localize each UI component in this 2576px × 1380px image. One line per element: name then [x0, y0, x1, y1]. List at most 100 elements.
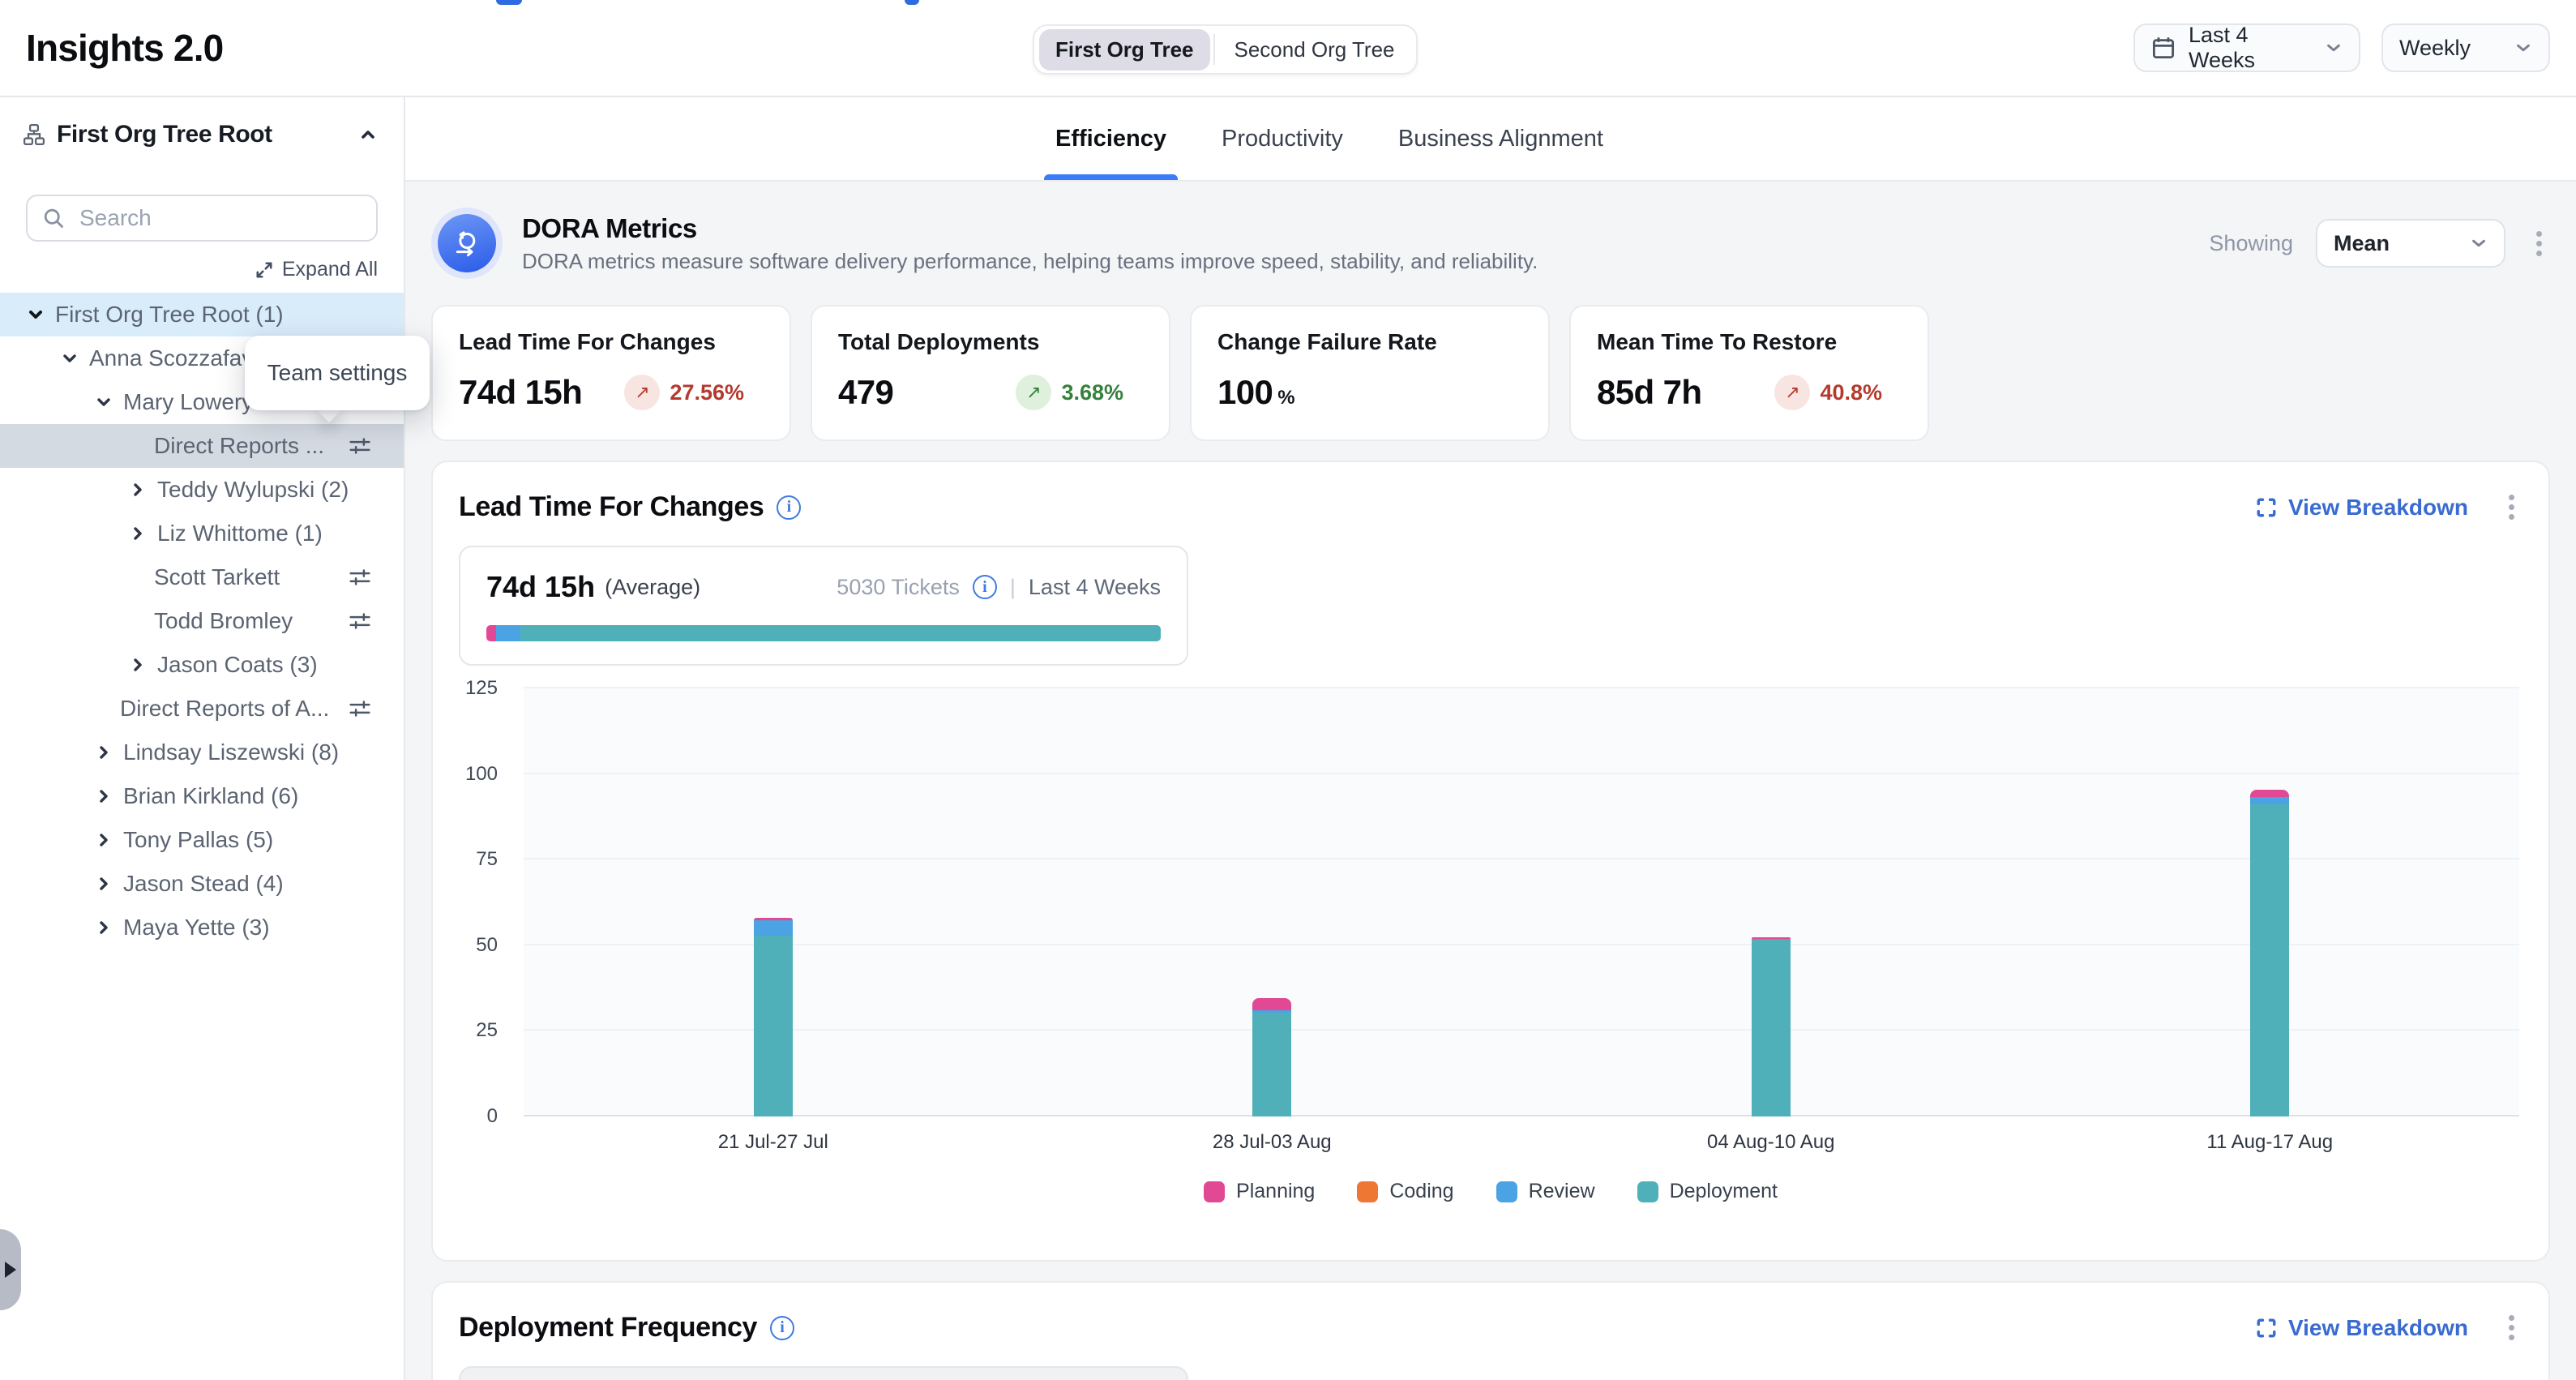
info-icon[interactable]: i: [973, 575, 997, 599]
card-value: 100: [1217, 373, 1273, 412]
expand-all-label: Expand All: [282, 258, 378, 281]
distribution-segment-planning: [486, 625, 496, 641]
tab-business-alignment[interactable]: Business Alignment: [1398, 97, 1603, 180]
delta-value: 40.8%: [1820, 380, 1882, 405]
view-breakdown-button[interactable]: View Breakdown: [2256, 495, 2468, 521]
screen-edge-artifact: [496, 0, 522, 5]
chevron-right-icon[interactable]: [94, 918, 113, 937]
chevron-right-icon[interactable]: [128, 655, 148, 675]
gridline: [524, 858, 2519, 859]
info-icon[interactable]: i: [770, 1316, 794, 1340]
legend-swatch: [1637, 1181, 1658, 1202]
trend-badge: ↗ 27.56%: [624, 375, 744, 410]
sidebar-expand-handle[interactable]: [0, 1229, 21, 1310]
dora-kebab-menu[interactable]: [2528, 225, 2550, 263]
tree-item-label: Maya Yette (3): [123, 915, 270, 941]
date-range-select[interactable]: Last 4 Weeks: [2133, 24, 2360, 72]
y-axis-tick-label: 125: [465, 677, 498, 700]
team-settings-icon[interactable]: [349, 435, 371, 457]
y-axis-tick-label: 75: [476, 848, 498, 871]
legend-item-coding[interactable]: Coding: [1357, 1180, 1453, 1203]
chevron-down-icon[interactable]: [26, 305, 45, 324]
dora-title: DORA Metrics: [522, 213, 1538, 244]
aggregation-select[interactable]: Mean: [2316, 219, 2505, 268]
granularity-value: Weekly: [2399, 36, 2471, 61]
search-input[interactable]: [76, 204, 362, 233]
expand-all-button[interactable]: Expand All: [255, 258, 378, 281]
tree-item-label: Jason Coats (3): [157, 652, 318, 678]
chart-bar-column[interactable]: [2250, 688, 2289, 1116]
tree-item-tony-pallas[interactable]: Tony Pallas (5): [0, 818, 404, 862]
tree-item-jason-stead[interactable]: Jason Stead (4): [0, 862, 404, 906]
sidebar-search[interactable]: [26, 195, 378, 242]
chevron-right-icon[interactable]: [128, 480, 148, 499]
chevron-down-icon: [2470, 234, 2488, 252]
org-tab-first[interactable]: First Org Tree: [1039, 29, 1210, 71]
chart-bar-column[interactable]: [1752, 688, 1791, 1116]
tree-item-todd-bromley[interactable]: Todd Bromley: [0, 599, 404, 643]
tab-efficiency[interactable]: Efficiency: [1055, 97, 1166, 180]
average-value: 74d 15h: [486, 570, 595, 604]
team-settings-icon[interactable]: [349, 566, 371, 589]
org-tab-second[interactable]: Second Org Tree: [1218, 29, 1411, 71]
granularity-select[interactable]: Weekly: [2381, 24, 2550, 72]
info-icon[interactable]: i: [777, 495, 801, 520]
average-summary-box: 74d 15h (Average) 5030 Tickets i | Last …: [459, 546, 1188, 666]
tree-item-label: Brian Kirkland (6): [123, 783, 298, 809]
calendar-icon: [2151, 36, 2176, 60]
tree-item-jason-coats[interactable]: Jason Coats (3): [0, 643, 404, 687]
chevron-right-icon[interactable]: [94, 830, 113, 850]
bar-segment-deployment: [2250, 804, 2289, 1116]
y-axis-tick-label: 0: [487, 1105, 498, 1128]
legend-item-planning[interactable]: Planning: [1204, 1180, 1315, 1203]
chevron-down-icon: [2514, 39, 2532, 57]
tree-item-liz-whittome[interactable]: Liz Whittome (1): [0, 512, 404, 555]
arrow-up-right-icon: ↗: [1774, 375, 1810, 410]
chevron-right-icon[interactable]: [94, 786, 113, 806]
dora-description: DORA metrics measure software delivery p…: [522, 249, 1538, 274]
chart-bar-column[interactable]: [1252, 688, 1291, 1116]
chart-bar-column[interactable]: [754, 688, 793, 1116]
tree-item-first-org-tree-root[interactable]: First Org Tree Root (1): [0, 293, 404, 336]
screen-edge-artifact: [905, 0, 919, 5]
delta-value: 3.68%: [1061, 380, 1123, 405]
tab-productivity[interactable]: Productivity: [1222, 97, 1343, 180]
tree-item-direct-reports-of-a[interactable]: Direct Reports of A...: [0, 687, 404, 731]
triangle-right-icon: [5, 1262, 16, 1278]
distribution-segment-review: [496, 625, 520, 641]
x-axis-tick-label: 28 Jul-03 Aug: [1213, 1131, 1332, 1154]
tree-item-brian-kirkland[interactable]: Brian Kirkland (6): [0, 774, 404, 818]
tree-item-maya-yette[interactable]: Maya Yette (3): [0, 906, 404, 949]
sidebar-collapse-chevron[interactable]: [358, 125, 378, 144]
legend-item-review[interactable]: Review: [1496, 1180, 1595, 1203]
legend-item-deployment[interactable]: Deployment: [1637, 1180, 1778, 1203]
metric-card-lead-time: Lead Time For Changes 74d 15h ↗ 27.56%: [431, 305, 791, 441]
chevron-down-icon[interactable]: [60, 349, 79, 368]
top-bar-controls: Last 4 Weeks Weekly: [2133, 24, 2550, 72]
x-axis-tick-label: 11 Aug-17 Aug: [2206, 1131, 2333, 1154]
sidebar-header: First Org Tree Root: [0, 97, 404, 172]
team-settings-icon[interactable]: [349, 697, 371, 720]
y-axis-tick-label: 25: [476, 1019, 498, 1042]
gridline: [524, 1029, 2519, 1031]
chevron-right-icon[interactable]: [94, 743, 113, 762]
panel-kebab-menu[interactable]: [2501, 1309, 2523, 1347]
aggregation-value: Mean: [2334, 231, 2390, 256]
tree-item-label: Jason Stead (4): [123, 871, 284, 897]
tree-item-label: Tony Pallas (5): [123, 827, 273, 853]
team-settings-icon[interactable]: [349, 610, 371, 632]
view-breakdown-button[interactable]: View Breakdown: [2256, 1315, 2468, 1341]
chevron-right-icon[interactable]: [94, 874, 113, 894]
chevron-down-icon[interactable]: [94, 392, 113, 412]
tree-item-teddy-wylupski[interactable]: Teddy Wylupski (2): [0, 468, 404, 512]
distribution-segment-deployment: [520, 625, 1161, 641]
tree-item-direct-reports[interactable]: Direct Reports ...: [0, 424, 404, 468]
chevron-right-icon[interactable]: [128, 524, 148, 543]
tree-item-lindsay-liszewski[interactable]: Lindsay Liszewski (8): [0, 731, 404, 774]
panel-kebab-menu[interactable]: [2501, 488, 2523, 526]
arrow-up-right-icon: ↗: [1016, 375, 1051, 410]
tree-item-scott-tarkett[interactable]: Scott Tarkett: [0, 555, 404, 599]
gridline: [524, 944, 2519, 945]
dora-cycle-icon: [431, 208, 503, 279]
legend-swatch: [1204, 1181, 1225, 1202]
